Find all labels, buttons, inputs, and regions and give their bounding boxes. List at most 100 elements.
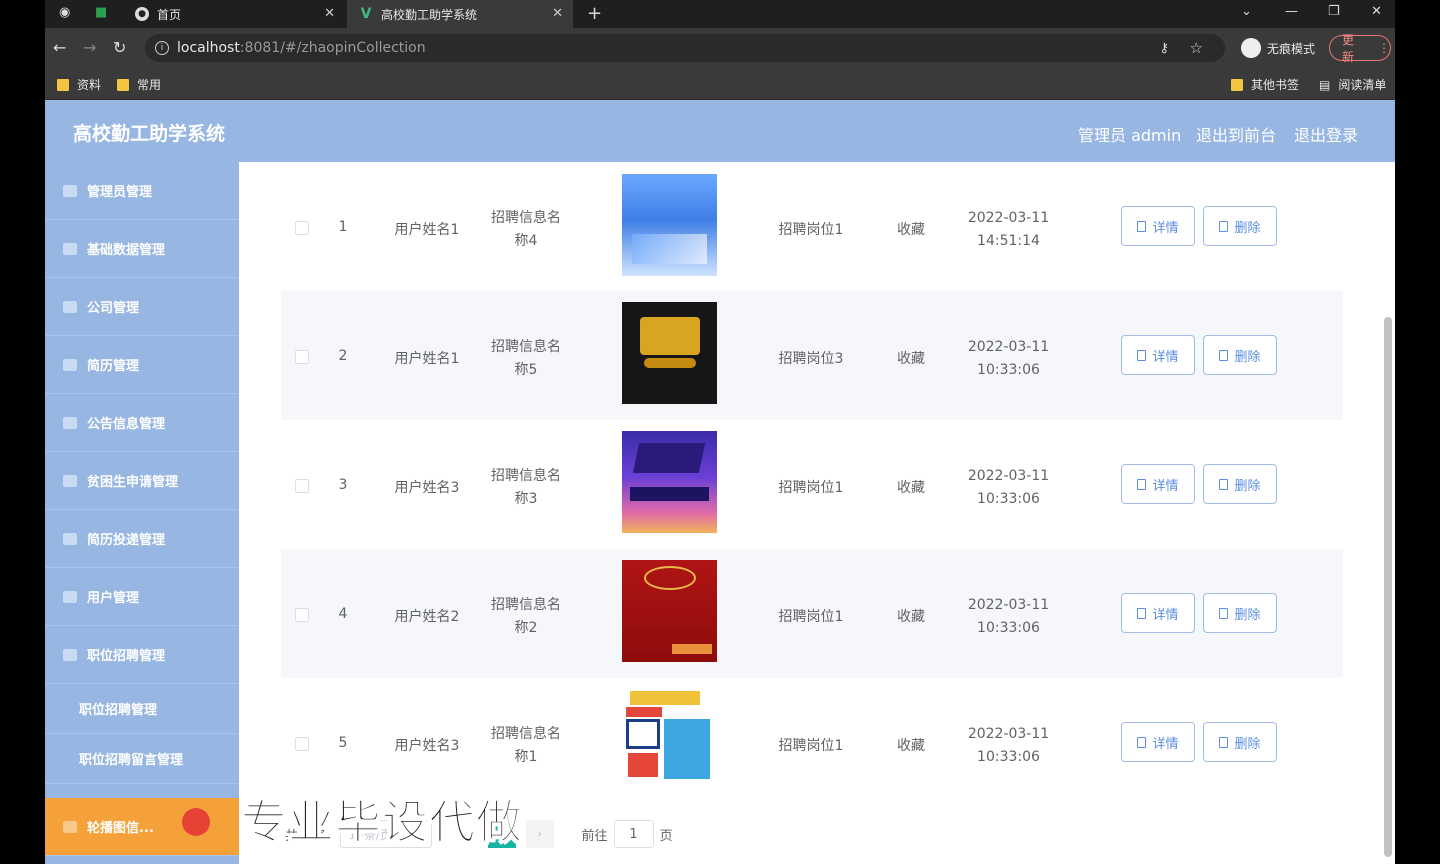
url-path: :8081/#/zhaopinCollection xyxy=(239,40,426,56)
scrollbar-thumb[interactable] xyxy=(1384,317,1392,857)
sidebar-item-carousel[interactable]: 轮播图信... xyxy=(45,798,239,856)
close-icon[interactable]: ✕ xyxy=(324,6,335,21)
vertical-scrollbar[interactable] xyxy=(1381,162,1395,864)
close-window-icon[interactable]: ✕ xyxy=(1371,4,1382,19)
sidebar-item-resume[interactable]: 简历管理 xyxy=(45,336,239,394)
document-icon xyxy=(1137,607,1147,619)
bookmark-label: 资料 xyxy=(77,78,102,92)
job-info-name: 招聘信息名 称3 xyxy=(481,465,571,511)
detail-button[interactable]: 详情 xyxy=(1121,593,1195,633)
tab-label: 高校勤工助学系统 xyxy=(381,7,478,22)
sidebar-item-poverty-application[interactable]: 贫困生申请管理 xyxy=(45,452,239,510)
watermark-overlay: 专业毕设代做 xyxy=(241,795,523,850)
bookmark-folder[interactable]: 常用 xyxy=(117,76,161,93)
bookmarks-bar: 资料 常用 其他书签 ▤ 阅读清单 xyxy=(45,68,1395,100)
company-icon xyxy=(63,300,77,313)
date-text: 2022-03-11 xyxy=(967,468,1050,484)
resume-icon xyxy=(63,358,77,371)
incognito-label: 无痕模式 xyxy=(1267,41,1316,56)
delete-button[interactable]: 删除 xyxy=(1203,722,1277,762)
document-icon xyxy=(1137,220,1147,232)
job-info-name: 招聘信息名 称1 xyxy=(481,723,571,769)
delete-button[interactable]: 删除 xyxy=(1203,335,1277,375)
row-checkbox[interactable] xyxy=(295,737,309,751)
row-checkbox[interactable] xyxy=(295,479,309,493)
sidebar-item-basic-data[interactable]: 基础数据管理 xyxy=(45,220,239,278)
folder-icon xyxy=(117,78,129,91)
goto-page-input[interactable]: 1 xyxy=(613,820,654,848)
row-index: 3 xyxy=(338,477,348,493)
row-index: 4 xyxy=(338,606,348,622)
job-info-name-line: 称4 xyxy=(514,233,538,249)
sidebar-item-label: 公司管理 xyxy=(87,301,140,316)
update-button[interactable]: 更新 ⋮ xyxy=(1329,33,1391,64)
delete-button[interactable]: 删除 xyxy=(1203,464,1277,504)
job-position: 招聘岗位1 xyxy=(778,738,844,754)
globe-icon[interactable]: ◉ xyxy=(59,5,70,20)
sidebar-item-admin[interactable]: 管理员管理 xyxy=(45,162,239,220)
chevron-down-icon[interactable]: ⌄ xyxy=(1241,4,1252,19)
key-icon[interactable]: ⚷ xyxy=(1159,41,1169,56)
url-host: localhost xyxy=(177,40,240,56)
screen: ◉ ■ ● 首页 ✕ V 高校勤工助学系统 ✕ + ⌄ — ❐ ✕ ← → ↻ … xyxy=(45,0,1395,864)
detail-button[interactable]: 详情 xyxy=(1121,206,1195,246)
detail-button[interactable]: 详情 xyxy=(1121,335,1195,375)
admin-user-link[interactable]: 管理员 admin xyxy=(1078,122,1181,146)
minimize-icon[interactable]: — xyxy=(1285,4,1298,19)
gold-ribbon xyxy=(644,358,696,368)
chevron-right-icon: › xyxy=(536,826,543,842)
sidebar-item-job-recruitment[interactable]: 职位招聘管理 xyxy=(45,626,239,684)
close-icon[interactable]: ✕ xyxy=(552,6,563,21)
delete-button[interactable]: 删除 xyxy=(1203,206,1277,246)
detail-button[interactable]: 详情 xyxy=(1121,464,1195,504)
back-to-frontend-link[interactable]: 退出到前台 xyxy=(1196,122,1276,146)
bookmark-label: 阅读清单 xyxy=(1338,78,1387,92)
job-info-name-line: 称3 xyxy=(514,491,538,507)
detail-label: 详情 xyxy=(1152,349,1179,365)
goto-label: 前往 xyxy=(581,828,608,844)
trash-icon xyxy=(1219,607,1229,619)
star-icon[interactable]: ☆ xyxy=(1190,39,1203,57)
incognito-indicator[interactable]: 无痕模式 xyxy=(1241,38,1315,58)
reading-list[interactable]: ▤ 阅读清单 xyxy=(1319,76,1386,93)
new-tab-icon[interactable]: + xyxy=(587,3,602,24)
row-checkbox[interactable] xyxy=(295,350,309,364)
document-icon xyxy=(1137,478,1147,490)
forward-icon[interactable]: → xyxy=(83,38,96,57)
bookmark-folder[interactable]: 资料 xyxy=(57,76,101,93)
app-icon[interactable]: ■ xyxy=(95,5,107,20)
reload-icon[interactable]: ↻ xyxy=(113,38,126,57)
sidebar-item-notice[interactable]: 公告信息管理 xyxy=(45,394,239,452)
next-page-button[interactable]: › xyxy=(525,820,554,848)
info-icon[interactable]: i xyxy=(155,41,169,55)
app-title: 高校勤工助学系统 xyxy=(73,123,226,145)
document-icon xyxy=(1137,349,1147,361)
time-text: 10:33:06 xyxy=(977,749,1040,765)
time-text: 14:51:14 xyxy=(977,233,1040,249)
back-icon[interactable]: ← xyxy=(53,38,66,57)
logout-link[interactable]: 退出登录 xyxy=(1294,122,1358,146)
restore-icon[interactable]: ❐ xyxy=(1328,4,1340,19)
detail-button[interactable]: 详情 xyxy=(1121,722,1195,762)
sidebar-item-resume-delivery[interactable]: 简历投递管理 xyxy=(45,510,239,568)
user-name: 用户姓名3 xyxy=(394,738,460,754)
sidebar-item-label: 简历投递管理 xyxy=(87,533,166,548)
tab-system[interactable]: V 高校勤工助学系统 ✕ xyxy=(347,0,573,28)
delete-button[interactable]: 删除 xyxy=(1203,593,1277,633)
tab-home[interactable]: ● 首页 ✕ xyxy=(125,0,345,28)
grid-icon xyxy=(63,242,77,255)
sidebar-subitem-job-recruitment[interactable]: 职位招聘管理 xyxy=(45,684,239,734)
poster-black-gold xyxy=(622,302,717,404)
job-info-name-line: 招聘信息名 xyxy=(491,726,561,742)
sidebar-item-company[interactable]: 公司管理 xyxy=(45,278,239,336)
collect-time: 2022-03-11 14:51:14 xyxy=(961,207,1056,253)
other-bookmarks[interactable]: 其他书签 xyxy=(1231,76,1299,93)
sidebar-subitem-job-comments[interactable]: 职位招聘留言管理 xyxy=(45,734,239,784)
sidebar-item-users[interactable]: 用户管理 xyxy=(45,568,239,626)
collection-type: 收藏 xyxy=(897,480,925,496)
row-checkbox[interactable] xyxy=(295,608,309,622)
url-input[interactable]: i localhost:8081/#/zhaopinCollection ⚷ ☆ xyxy=(145,34,1225,62)
collection-type: 收藏 xyxy=(897,609,925,625)
bookmark-label: 其他书签 xyxy=(1251,78,1300,92)
row-checkbox[interactable] xyxy=(295,221,309,235)
